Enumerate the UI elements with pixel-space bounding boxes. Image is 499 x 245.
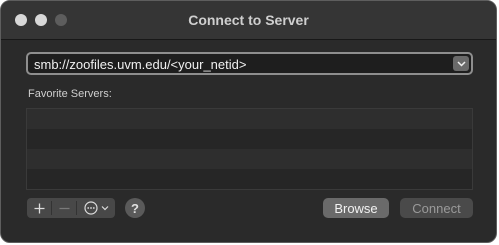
ellipsis-circle-icon (83, 201, 98, 215)
chevron-down-icon (456, 60, 466, 67)
list-item[interactable] (27, 129, 472, 149)
favorites-toolbar (27, 198, 115, 218)
connect-button[interactable]: Connect (400, 198, 473, 218)
add-favorite-button[interactable] (27, 198, 51, 218)
plus-icon (34, 203, 44, 213)
list-item[interactable] (27, 109, 472, 129)
connect-to-server-window: Connect to Server Favorite Servers: (0, 0, 497, 243)
favorite-servers-list[interactable] (26, 108, 473, 190)
browse-button[interactable]: Browse (323, 198, 389, 218)
favorite-servers-label: Favorite Servers: (28, 88, 112, 100)
more-actions-menu-button[interactable] (77, 198, 115, 218)
server-address-input[interactable] (34, 56, 444, 72)
list-item[interactable] (27, 169, 472, 189)
help-button[interactable]: ? (125, 198, 145, 218)
window-title: Connect to Server (188, 12, 309, 28)
title-bar[interactable]: Connect to Server (1, 1, 496, 40)
recent-servers-dropdown-button[interactable] (453, 56, 469, 71)
server-address-combobox[interactable] (26, 52, 473, 75)
list-item[interactable] (27, 149, 472, 169)
remove-favorite-button[interactable] (52, 198, 76, 218)
minus-icon (59, 207, 69, 209)
chevron-down-icon (101, 206, 108, 211)
